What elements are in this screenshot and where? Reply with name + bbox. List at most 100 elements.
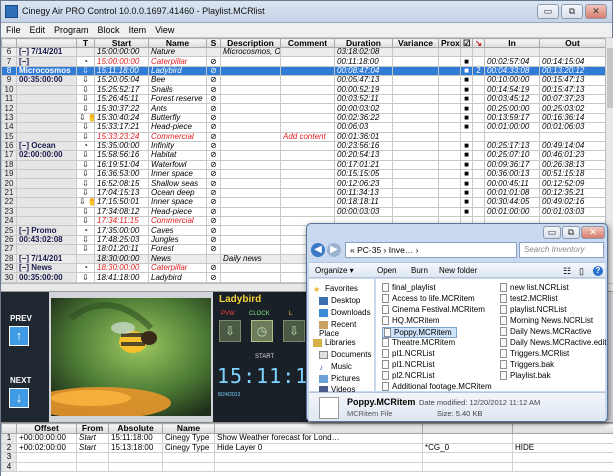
playlist-row[interactable]: 12 ⇩ 15:30:37:22 Ants ⊘ 00:00:03:02 ■ 00:25:00:…: [1, 103, 605, 114]
col-check[interactable]: ☑: [460, 38, 473, 48]
scroll-thumb[interactable]: [607, 48, 613, 108]
items-col-action[interactable]: [512, 423, 613, 434]
nav-documents[interactable]: Documents: [319, 350, 371, 359]
col-rownum[interactable]: [1, 38, 17, 48]
items-col-rownum[interactable]: [1, 423, 17, 434]
playlist-row[interactable]: 22 ⇩ ✋17:15:50:01Inner space⊘ 00:18:18:11 ■…: [1, 197, 605, 208]
items-col-absolute[interactable]: Absolute: [108, 423, 163, 434]
view-options-icon[interactable]: ☷: [563, 266, 571, 277]
file-item[interactable]: playlist.NCRList: [500, 305, 566, 315]
col-comment[interactable]: Comment: [280, 38, 335, 48]
item-row[interactable]: 3: [1, 452, 613, 463]
playlist-row[interactable]: 16 [−] Ocean ◔ 15:35:00:00 Infinity ⊘ 00:23:56…: [1, 140, 605, 152]
items-col-offset[interactable]: Offset: [16, 423, 77, 434]
new-folder-button[interactable]: New folder: [439, 266, 477, 275]
close-button[interactable]: ✕: [585, 4, 607, 19]
explorer-minimize-button[interactable]: ▭: [543, 226, 561, 239]
menu-block[interactable]: Block: [93, 23, 124, 35]
playlist-row[interactable]: 23 ⇩ 17:34:08:12 Head-piece ⊘ 00:00:03:03 ■ 00:…: [1, 206, 605, 218]
col-out[interactable]: Out: [539, 38, 605, 48]
items-col-from[interactable]: From: [76, 423, 109, 434]
burn-button[interactable]: Burn: [411, 266, 428, 275]
next-down-button[interactable]: ⇩: [283, 320, 305, 342]
item-row[interactable]: 4: [1, 461, 613, 472]
file-item[interactable]: pl1.NCRList: [382, 360, 435, 370]
file-item[interactable]: HQ.MCRitem: [382, 316, 440, 326]
nav-favorites[interactable]: ★ Favorites: [313, 284, 358, 294]
file-item[interactable]: Triggers.bak: [500, 360, 554, 370]
col-variance[interactable]: Variance: [392, 38, 439, 48]
playlist-row[interactable]: 11 ⇩ 15:26:45:11 Forest reserve ⊘ 00:03:52:11…: [1, 93, 605, 105]
file-item[interactable]: Daily News.MCRactive: [500, 327, 591, 337]
clock-mode-button[interactable]: ◷: [251, 320, 273, 342]
file-item[interactable]: Theatre.MCRitem: [382, 338, 455, 348]
explorer-restore-button[interactable]: ⧉: [562, 226, 580, 239]
file-item[interactable]: Daily News.MCRactive.edit: [500, 338, 606, 348]
col-s[interactable]: S: [206, 38, 221, 48]
search-input[interactable]: Search Inventory: [519, 242, 604, 258]
menu-item[interactable]: Item: [124, 23, 151, 35]
forward-button[interactable]: ▶: [327, 243, 341, 257]
mode-pvw[interactable]: PVW: [221, 311, 235, 317]
playlist-row[interactable]: 21 ⇩ 17:04:15:13 Ocean deep ⊘ 00:11:34:13 ■ 00:…: [1, 187, 605, 199]
file-item[interactable]: Morning News.NCRList: [500, 316, 593, 326]
preview-pane-icon[interactable]: ▯: [579, 266, 584, 277]
col-prox[interactable]: Prox: [438, 38, 461, 48]
nav-libraries[interactable]: Libraries: [313, 338, 356, 347]
file-item[interactable]: new list.NCRList: [500, 283, 569, 293]
col-group[interactable]: [16, 38, 77, 48]
file-item[interactable]: Additional footage.MCRitem: [382, 382, 492, 392]
playlist-row[interactable]: 18 ⇩ 16:19:51:04 Waterfowl ⊘ 00:17:01:21 ■ 00:0…: [1, 159, 605, 171]
explorer-close-button[interactable]: ✕: [581, 226, 605, 239]
file-item[interactable]: Triggers.MCRlist: [500, 349, 569, 359]
file-item[interactable]: Access to life.MCRitem: [382, 294, 475, 304]
playlist-row[interactable]: 13 ⇩ ✋15:30:40:24Butterfly⊘ 00:02:36:22 ■ 00…: [1, 112, 605, 124]
file-item[interactable]: test2.MCRlist: [500, 294, 558, 304]
organize-button[interactable]: Organize ▾: [315, 266, 354, 275]
back-button[interactable]: ◀: [311, 243, 325, 257]
playlist-row[interactable]: 10 ⇩ 15:25:52:17 Snails ⊘ 00:00:52:19 ■ 00:14:5…: [1, 84, 605, 95]
playlist-row[interactable]: 20 ⇩ 16:52:08:15 Shallow seas ⊘ 00:12:06:23 ■ 0…: [1, 178, 605, 189]
next-button[interactable]: ↓: [9, 388, 29, 408]
col-flag[interactable]: ↘: [472, 38, 485, 48]
menu-view[interactable]: View: [150, 23, 178, 35]
file-item[interactable]: pl1.NCRList: [382, 349, 435, 359]
col-name[interactable]: Name: [148, 38, 207, 48]
playlist-row[interactable]: 9 00:35:00:00 ⇩ 15:20:05:04 Bee ⊘ 00:05:47:13 ■…: [1, 75, 605, 86]
file-item[interactable]: final_playlist: [382, 283, 436, 293]
file-item[interactable]: Poppy.MCRitem: [382, 327, 457, 339]
open-button[interactable]: Open: [377, 266, 397, 275]
items-col-target[interactable]: [422, 423, 513, 434]
mode-l[interactable]: L: [289, 311, 292, 317]
nav-desktop[interactable]: Desktop: [319, 296, 360, 305]
playlist-row[interactable]: 6 [−] 7/14/201 15:00:00:00 Nature Microcosmo…: [1, 46, 605, 58]
col-duration[interactable]: Duration: [334, 38, 393, 48]
playlist-row[interactable]: 15 ⇩ 15:33:23:24 Commercial ⊘ Add content 00:0…: [1, 131, 605, 142]
playlist-row[interactable]: 7 [−] ◔ 15:00:00:00 Caterpillar ⊘ 00:11:18:00 ■…: [1, 56, 605, 67]
file-item[interactable]: Playlist.bak: [500, 371, 550, 381]
help-icon[interactable]: ?: [593, 266, 603, 276]
items-col-name[interactable]: Name: [162, 423, 215, 434]
mode-clock[interactable]: CLOCK: [249, 311, 270, 317]
col-description[interactable]: Description: [220, 38, 281, 48]
skip-down-button[interactable]: ⇩: [219, 320, 241, 342]
playlist-row[interactable]: 17 02:00:00:00 ⇩ 15:58:56:16 Habitat ⊘ 00:20:5…: [1, 150, 605, 161]
prev-button[interactable]: ↑: [9, 326, 29, 346]
playlist-row[interactable]: 8 Microcosmos ⇩ 15:11:18:00 Ladybird ⊘ 00:08:4…: [1, 65, 605, 77]
playlist-row[interactable]: 14 ⇩ 15:33:17:21 Head-piece ⊘ 00:06:03 ■ 00:01:…: [1, 122, 605, 133]
nav-music[interactable]: ♪ Music: [319, 362, 352, 372]
minimize-button[interactable]: ▭: [537, 4, 559, 19]
menu-program[interactable]: Program: [49, 23, 93, 35]
item-row[interactable]: 1 +00:00:00:00 Start 15:11:18:00 Cinegy Type…: [1, 433, 613, 444]
col-type[interactable]: T: [76, 38, 95, 48]
address-bar[interactable]: « PC-35 › Inve… ›: [345, 242, 517, 258]
file-item[interactable]: Cinema Festival.MCRitem: [382, 305, 485, 315]
menu-edit[interactable]: Edit: [25, 23, 50, 35]
nav-downloads[interactable]: Downloads: [319, 308, 371, 317]
nav-pictures[interactable]: Pictures: [319, 374, 360, 383]
col-start[interactable]: Start: [94, 38, 149, 48]
item-row[interactable]: 2 +00:02:00:00 Start 15:13:18:00 Cinegy Type…: [1, 442, 613, 453]
playlist-row[interactable]: 19 ⇩ 16:36:53:00 Inner space ⊘ 00:15:15:05 ■ 00…: [1, 169, 605, 180]
items-col-description[interactable]: [214, 423, 423, 434]
nav-recent-places[interactable]: Recent Place: [319, 320, 374, 338]
